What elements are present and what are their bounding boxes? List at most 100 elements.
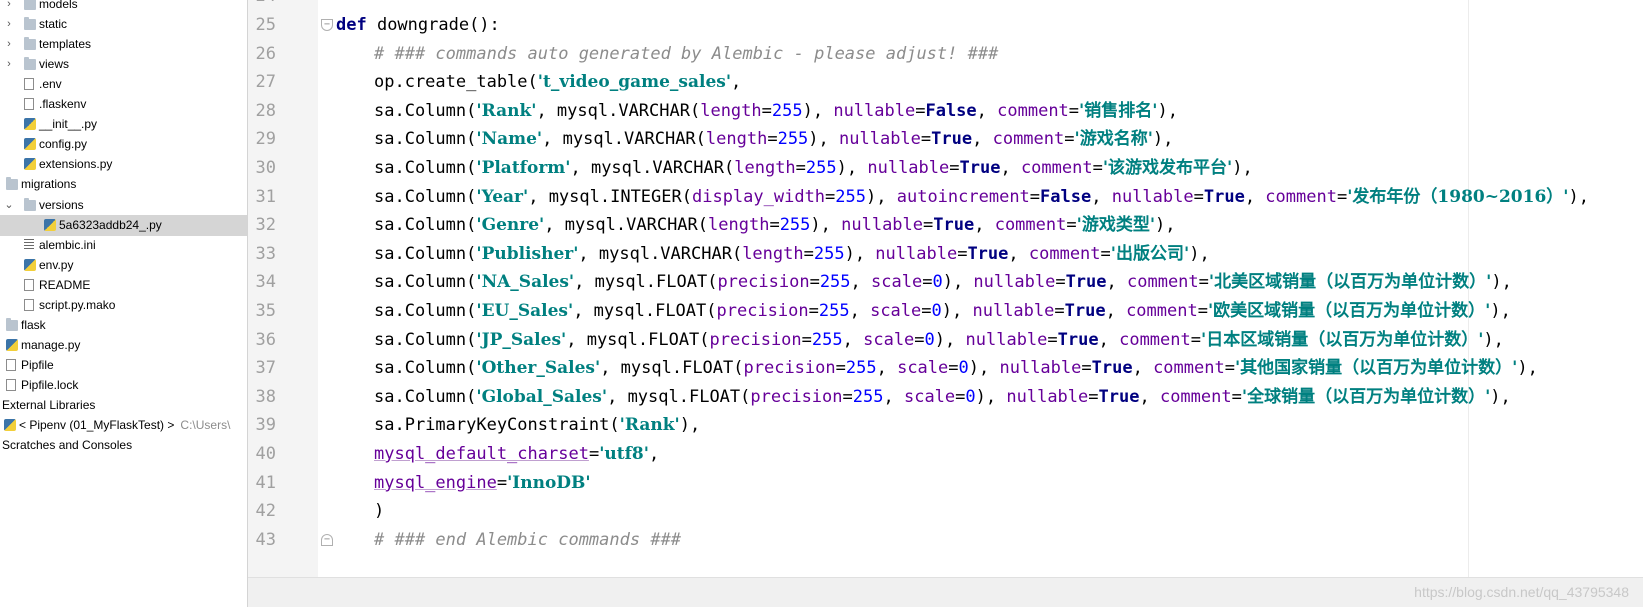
tree-item[interactable]: manage.py — [0, 335, 247, 356]
project-tree[interactable]: › models › static › templates › views .env .flask… — [0, 0, 248, 607]
code-token: ), — [1152, 129, 1174, 150]
code-token: ), — [934, 329, 966, 350]
code-line[interactable]: 35 sa.Column('EU_Sales', mysql.FLOAT(prec… — [248, 296, 1643, 326]
tree-item[interactable]: README — [0, 275, 247, 296]
code-token: , — [1105, 301, 1127, 321]
code-text: ) — [374, 496, 384, 526]
code-line[interactable]: 27 op.create_table('t_video_game_sales', — [248, 67, 1643, 97]
code-token: = — [835, 358, 846, 379]
tree-item[interactable]: __init__.py — [0, 114, 247, 135]
code-token: , — [842, 329, 864, 350]
tree-item[interactable]: Pipfile — [0, 355, 247, 376]
code-token: = — [808, 301, 819, 321]
code-token: '其他国家销量（以百万为单位计数）' — [1234, 358, 1518, 379]
code-token: ), — [968, 358, 1000, 379]
code-token: True — [1098, 386, 1140, 407]
code-token: , mysql.FLOAT( — [607, 386, 751, 407]
code-token: 255 — [805, 158, 837, 178]
tree-item[interactable]: › views — [0, 54, 247, 75]
tree-item[interactable]: extensions.py — [0, 154, 247, 175]
code-token: 'JP_Sales' — [476, 329, 567, 350]
line-number: 43 — [255, 529, 276, 550]
code-token: , — [1000, 158, 1021, 178]
code-token: = — [921, 301, 932, 321]
line-number: 35 — [255, 301, 276, 321]
code-line[interactable]: 42) — [248, 496, 1643, 526]
tree-item-label: 5a6323addb24_.py — [59, 217, 162, 232]
tree-item[interactable]: › models — [0, 0, 247, 15]
code-token: , — [972, 129, 993, 150]
chevron-down-icon[interactable]: ⌄ — [4, 195, 14, 216]
code-token: 'Name' — [476, 129, 543, 150]
code-line[interactable]: 33 sa.Column('Publisher', mysql.VARCHAR(l… — [248, 239, 1643, 269]
code-token: , — [1098, 329, 1120, 350]
code-line[interactable]: 28 sa.Column('Rank', mysql.VARCHAR(length… — [248, 96, 1643, 126]
tree-item[interactable]: ⌄ versions — [0, 195, 247, 216]
tree-item[interactable]: config.py — [0, 134, 247, 155]
code-token: '销售排名' — [1079, 100, 1158, 121]
code-line[interactable]: 37 sa.Column('Other_Sales', mysql.FLOAT(p… — [248, 353, 1643, 383]
code-token: False — [925, 100, 977, 121]
code-token: = — [1092, 158, 1103, 178]
code-token: = — [1224, 358, 1235, 379]
code-token: op.create_table( — [374, 72, 538, 93]
line-number: 42 — [255, 501, 276, 522]
code-token: sa.Column( — [374, 272, 477, 293]
code-line[interactable]: 40 mysql_default_charset='utf8', — [248, 439, 1643, 469]
code-token: 'Rank' — [619, 415, 680, 436]
tree-item[interactable]: Pipfile.lock — [0, 375, 247, 396]
tree-item[interactable]: .env — [0, 74, 247, 95]
chevron-right-icon[interactable]: › — [4, 54, 14, 75]
tree-item[interactable]: › templates — [0, 34, 247, 55]
code-token: True — [1203, 186, 1245, 207]
tree-item[interactable]: Scratches and Consoles — [0, 435, 247, 456]
code-token: = — [795, 158, 806, 178]
code-line[interactable]: 32 sa.Column('Genre', mysql.VARCHAR(lengt… — [248, 210, 1643, 240]
tree-item[interactable]: 5a6323addb24_.py — [0, 214, 247, 236]
tree-item[interactable]: › static — [0, 14, 247, 35]
code-token: sa.Column( — [374, 100, 477, 121]
tree-item[interactable]: flask — [0, 315, 247, 336]
chevron-right-icon[interactable]: › — [4, 34, 14, 55]
tree-item[interactable]: alembic.ini — [0, 235, 247, 256]
code-token: sa.Column( — [374, 215, 477, 236]
tree-item[interactable]: migrations — [0, 174, 247, 195]
code-line[interactable]: 25 − def downgrade(): — [248, 10, 1643, 40]
code-token: , — [648, 444, 660, 464]
chevron-right-icon[interactable]: › — [4, 0, 14, 15]
tree-item[interactable]: env.py — [0, 255, 247, 276]
code-token: ), — [836, 158, 868, 178]
code-line[interactable]: 31 sa.Column('Year', mysql.INTEGER(displa… — [248, 182, 1643, 212]
code-token: = — [803, 243, 814, 264]
code-line[interactable]: 29 sa.Column('Name', mysql.VARCHAR(length… — [248, 124, 1643, 154]
tree-item[interactable]: script.py.mako — [0, 295, 247, 316]
code-line[interactable]: 43 − # ### end Alembic commands ### — [248, 525, 1643, 555]
code-line[interactable]: 26 # ### commands auto generated by Alemb… — [248, 39, 1643, 69]
fold-marker-icon[interactable]: − — [321, 19, 333, 31]
code-line[interactable]: 36 sa.Column('JP_Sales', mysql.FLOAT(prec… — [248, 325, 1643, 355]
code-token: precision — [709, 329, 802, 350]
code-token: ) — [374, 501, 385, 522]
code-line[interactable]: 34 sa.Column('NA_Sales', mysql.FLOAT(prec… — [248, 267, 1643, 297]
tree-item-path: C:\Users\ — [180, 418, 231, 433]
code-line[interactable]: 30 sa.Column('Platform', mysql.VARCHAR(le… — [248, 153, 1643, 183]
code-token: '日本区域销量（以百万为单位计数）' — [1201, 329, 1484, 350]
tree-item-label: manage.py — [21, 337, 81, 352]
chevron-right-icon[interactable]: › — [4, 14, 14, 35]
code-token: nullable — [841, 215, 924, 236]
tree-item[interactable]: .flaskenv — [0, 94, 247, 115]
code-token: 'utf8' — [599, 444, 649, 464]
code-token: nullable — [973, 272, 1056, 293]
code-editor[interactable]: 2425−def downgrade():26# ### commands au… — [248, 0, 1643, 607]
fold-marker-icon[interactable]: − — [321, 533, 333, 546]
code-token: nullable — [965, 329, 1048, 350]
code-line[interactable]: 39 sa.PrimaryKeyConstraint('Rank'), — [248, 410, 1643, 440]
tree-item[interactable]: External Libraries — [0, 395, 247, 416]
code-token: length — [708, 215, 770, 236]
code-line[interactable]: 41 mysql_engine='InnoDB' — [248, 468, 1643, 498]
file-icon — [6, 358, 16, 371]
code-text: sa.Column('Genre', mysql.VARCHAR(length=… — [374, 210, 1176, 240]
code-line[interactable]: 38 sa.Column('Global_Sales', mysql.FLOAT(… — [248, 382, 1643, 412]
tree-item[interactable]: < Pipenv (01_MyFlaskTest) > C:\Users\ — [0, 415, 247, 436]
code-token: def — [336, 15, 367, 35]
